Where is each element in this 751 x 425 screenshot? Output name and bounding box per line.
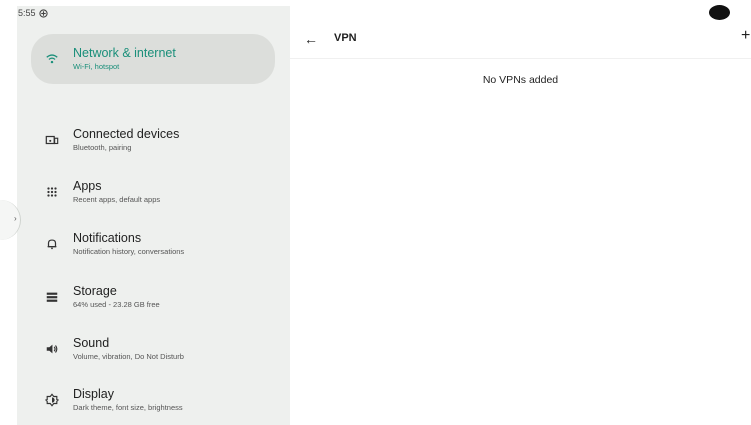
sidebar-item-title: Display	[73, 387, 114, 401]
sidebar-item-network[interactable]: Network & internet Wi-Fi, hotspot	[31, 34, 275, 84]
back-arrow-icon[interactable]: ←	[302, 30, 320, 48]
sidebar-item-storage[interactable]: Storage 64% used - 23.28 GB free	[31, 272, 275, 322]
sidebar-item-title: Apps	[73, 179, 102, 193]
sidebar-item-subtitle: Wi-Fi, hotspot	[73, 62, 120, 71]
sidebar-item-apps[interactable]: Apps Recent apps, default apps	[31, 167, 275, 217]
data-saver-icon	[38, 8, 48, 18]
sidebar-item-notifications[interactable]: Notifications Notification history, conv…	[31, 219, 275, 269]
apps-grid-icon	[31, 185, 73, 199]
sidebar-item-title: Notifications	[73, 231, 142, 245]
sidebar-item-title: Storage	[73, 284, 117, 298]
sidebar-item-display[interactable]: Display Dark theme, font size, brightnes…	[31, 375, 275, 425]
bell-icon	[31, 237, 73, 251]
sidebar-item-title: Network & internet	[73, 46, 176, 60]
camera-cutout	[709, 5, 730, 20]
brightness-icon	[31, 393, 73, 407]
sidebar-item-subtitle: Notification history, conversations	[73, 247, 185, 256]
empty-state-message: No VPNs added	[482, 74, 559, 86]
add-vpn-button[interactable]: +	[741, 27, 750, 45]
sidebar-item-subtitle: Dark theme, font size, brightness	[73, 403, 183, 412]
speaker-icon	[31, 342, 73, 356]
sidebar-item-subtitle: Recent apps, default apps	[73, 195, 161, 204]
sidebar-item-title: Connected devices	[73, 127, 180, 141]
sidebar-item-subtitle: 64% used - 23.28 GB free	[73, 300, 160, 309]
wifi-icon	[31, 52, 73, 66]
page-title: VPN	[334, 32, 357, 44]
sidebar-item-subtitle: Volume, vibration, Do Not Disturb	[73, 352, 184, 361]
storage-icon	[31, 290, 73, 304]
sidebar-item-sound[interactable]: Sound Volume, vibration, Do Not Disturb	[31, 324, 275, 374]
chevron-right-icon: ›	[14, 214, 17, 223]
status-time: 5:55	[18, 8, 36, 18]
status-bar: 5:55	[18, 8, 48, 18]
sidebar-item-title: Sound	[73, 336, 110, 350]
devices-icon	[31, 133, 73, 147]
sidebar-item-subtitle: Bluetooth, pairing	[73, 143, 132, 152]
header-divider	[290, 58, 751, 59]
main-pane	[290, 6, 751, 425]
sidebar-item-connected-devices[interactable]: Connected devices Bluetooth, pairing	[31, 115, 275, 165]
